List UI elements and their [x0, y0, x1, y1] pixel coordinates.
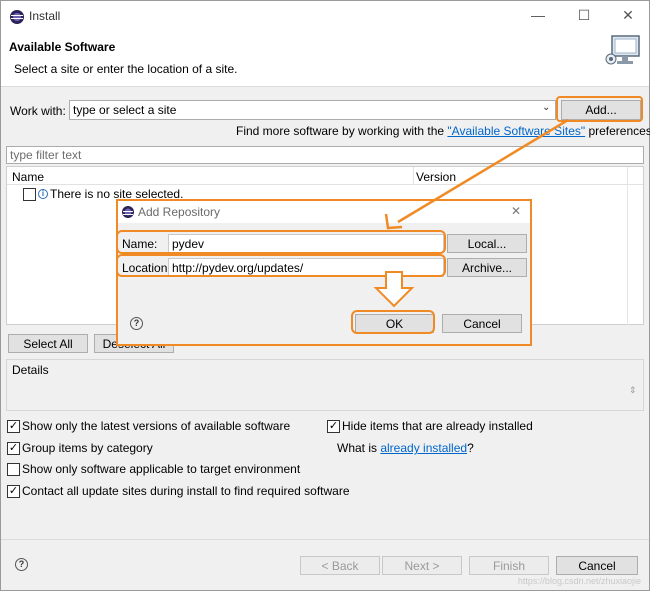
pointer-arrow-line: [397, 118, 569, 224]
down-arrow-icon: [373, 271, 415, 308]
annotation-overlay: [373, 118, 569, 308]
